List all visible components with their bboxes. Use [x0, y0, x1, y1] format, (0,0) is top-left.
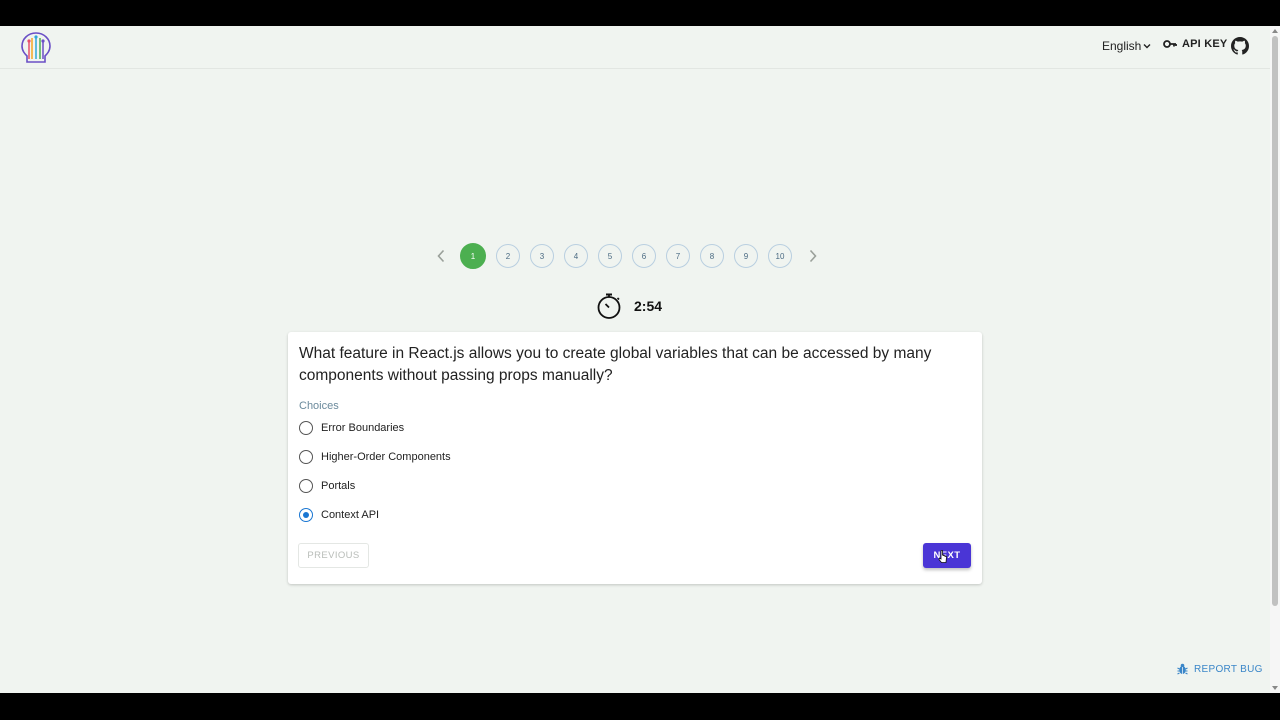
page-button-9[interactable]: 9: [734, 244, 758, 268]
page-button-10[interactable]: 10: [768, 244, 792, 268]
logo-icon[interactable]: [18, 29, 54, 65]
chevron-right-icon: [809, 249, 817, 263]
stopwatch-icon: [597, 293, 621, 319]
question-text: What feature in React.js allows you to c…: [299, 345, 932, 384]
page-button-2[interactable]: 2: [496, 244, 520, 268]
chevron-down-icon: [1143, 44, 1151, 49]
choice-label: Higher-Order Components: [321, 451, 451, 463]
choice-context-api[interactable]: Context API: [299, 508, 379, 522]
app-viewport: English API KEY 1 2 3 4 5 6 7 8 9 10 2:5…: [0, 26, 1280, 693]
report-bug-label: REPORT BUG: [1194, 663, 1263, 675]
previous-page-button[interactable]: [430, 243, 452, 269]
scroll-down-arrow[interactable]: [1272, 686, 1278, 690]
choice-higher-order-components[interactable]: Higher-Order Components: [299, 450, 451, 464]
choices-label: Choices: [299, 400, 339, 412]
page-scrollbar[interactable]: [1270, 26, 1280, 693]
api-key-label: API KEY: [1182, 38, 1228, 50]
radio-button-selected[interactable]: [299, 508, 313, 522]
choice-label: Error Boundaries: [321, 422, 405, 434]
timer-value: 2:54: [634, 298, 663, 314]
language-selector[interactable]: English: [1102, 39, 1151, 53]
key-icon: [1163, 40, 1177, 48]
scroll-up-arrow[interactable]: [1272, 29, 1278, 33]
radio-button[interactable]: [299, 450, 313, 464]
page-button-4[interactable]: 4: [564, 244, 588, 268]
choice-label: Portals: [321, 480, 356, 492]
chevron-left-icon: [437, 249, 445, 263]
page-button-1[interactable]: 1: [460, 243, 486, 269]
next-button[interactable]: NEXT: [923, 543, 971, 568]
page-button-7[interactable]: 7: [666, 244, 690, 268]
next-page-button[interactable]: [802, 243, 824, 269]
choice-portals[interactable]: Portals: [299, 479, 355, 493]
radio-button[interactable]: [299, 479, 313, 493]
choice-label: Context API: [321, 509, 380, 521]
report-bug-button[interactable]: REPORT BUG: [1177, 663, 1263, 675]
radio-button[interactable]: [299, 421, 313, 435]
language-label: English: [1102, 39, 1142, 53]
previous-button: PREVIOUS: [298, 543, 369, 568]
page-buttons: 1 2 3 4 5 6 7 8 9 10: [460, 243, 792, 269]
page-button-5[interactable]: 5: [598, 244, 622, 268]
api-key-button[interactable]: API KEY: [1163, 38, 1227, 50]
question-card: What feature in React.js allows you to c…: [288, 332, 982, 584]
github-icon[interactable]: [1231, 37, 1249, 55]
countdown-timer: 2:54: [596, 292, 662, 320]
page-button-3[interactable]: 3: [530, 244, 554, 268]
top-app-bar: English API KEY: [0, 26, 1270, 69]
page-button-8[interactable]: 8: [700, 244, 724, 268]
question-pagination: 1 2 3 4 5 6 7 8 9 10: [430, 243, 824, 269]
page-button-6[interactable]: 6: [632, 244, 656, 268]
bug-icon: [1177, 663, 1188, 675]
choice-error-boundaries[interactable]: Error Boundaries: [299, 421, 404, 435]
scroll-thumb[interactable]: [1272, 36, 1278, 606]
